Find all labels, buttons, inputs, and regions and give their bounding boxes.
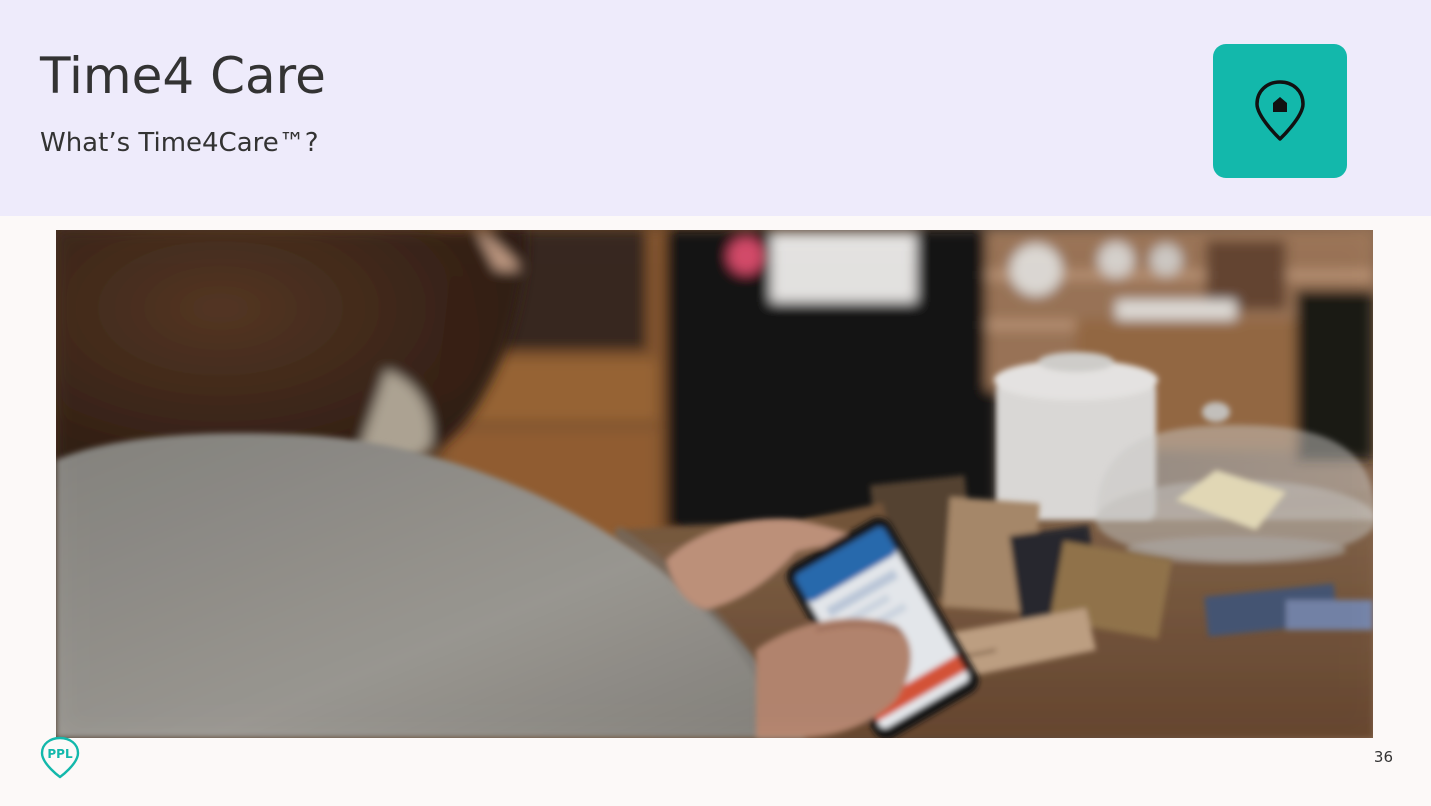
ppl-logo-text: PPL: [47, 747, 73, 761]
ppl-logo-pin-icon: PPL: [40, 736, 80, 779]
page-subtitle: What’s Time4Care™?: [40, 128, 319, 158]
home-button[interactable]: [1213, 44, 1347, 178]
home-location-pin-icon: [1255, 80, 1305, 141]
photo-woman-using-phone-icon: [56, 230, 1373, 738]
page-title: Time4 Care: [40, 47, 326, 105]
hero-photo: [56, 230, 1373, 738]
page-number: 36: [1373, 748, 1393, 766]
slide-header: Time4 Care What’s Time4Care™?: [0, 0, 1431, 216]
ppl-logo: PPL: [38, 736, 82, 780]
